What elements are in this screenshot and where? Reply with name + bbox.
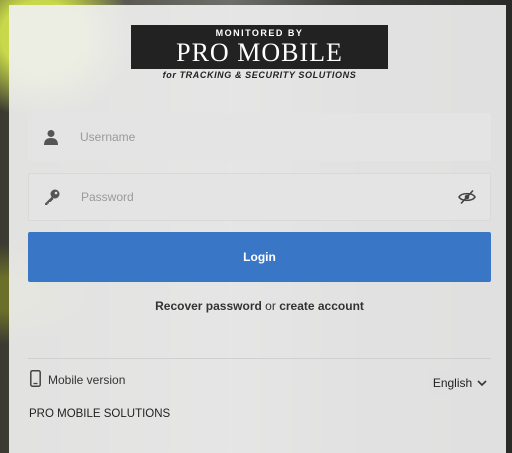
logo-badge: MONITORED BY PRO MOBILE (131, 25, 388, 69)
chevron-down-icon (477, 379, 487, 387)
username-input[interactable] (74, 113, 491, 161)
phone-icon (30, 370, 41, 390)
mobile-version-label: Mobile version (48, 373, 126, 387)
login-button[interactable]: Login (28, 232, 491, 282)
password-input[interactable] (75, 174, 444, 220)
eye-slash-icon[interactable] (444, 189, 490, 205)
password-field[interactable] (28, 173, 491, 221)
company-name: PRO MOBILE SOLUTIONS (29, 408, 171, 420)
account-links: Recover password or create account (0, 299, 512, 313)
or-text: or (265, 299, 276, 313)
mobile-version-link[interactable]: Mobile version (30, 370, 125, 390)
language-select[interactable]: English (429, 371, 491, 395)
brand-logo: MONITORED BY PRO MOBILE for TRACKING & S… (131, 25, 388, 80)
user-icon (28, 129, 74, 145)
logo-main-text: PRO MOBILE (176, 37, 343, 67)
logo-top-line: MONITORED BY (215, 27, 304, 38)
key-icon (29, 188, 75, 206)
create-account-link[interactable]: create account (279, 299, 364, 313)
divider (28, 358, 491, 359)
username-field[interactable] (28, 113, 491, 161)
logo-tagline: for TRACKING & SECURITY SOLUTIONS (162, 70, 357, 80)
language-label: English (432, 376, 473, 390)
recover-password-link[interactable]: Recover password (155, 299, 262, 313)
